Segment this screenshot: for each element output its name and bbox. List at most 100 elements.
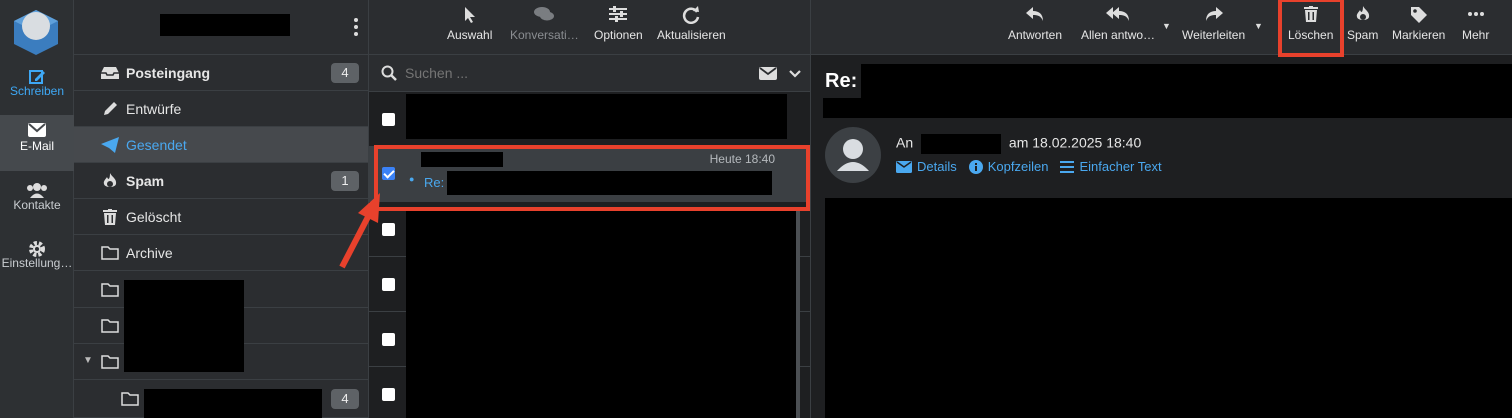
chevron-down-icon[interactable] [789,66,801,84]
folder-sent[interactable]: Gesendet [74,127,368,163]
fire-icon [1347,6,1378,28]
folder-menu-icon[interactable] [354,18,360,39]
refresh-label: Aktualisieren [657,28,726,42]
sliders-icon [594,6,643,28]
folder-pane: Posteingang 4 Entwürfe Gesendet Spam 1 G… [74,0,369,418]
search-input[interactable] [405,63,705,83]
folder-icon [120,392,140,406]
message-toolbar: Antworten Allen antwo… ▼ Weiterleiten ▼ [811,0,1512,57]
inbox-icon [100,66,120,80]
redacted-folder-names [124,280,244,372]
headers-link[interactable]: Kopfzeilen [968,159,1048,174]
more-button[interactable]: Mehr [1462,6,1489,42]
redacted-message-subject [861,64,1512,98]
mark-label: Markieren [1392,28,1446,42]
chevron-down-icon[interactable]: ▼ [83,355,93,366]
gear-icon [0,232,74,257]
reply-icon [1008,6,1062,28]
envelope-icon [896,160,912,173]
reply-button[interactable]: Antworten [1008,6,1062,42]
account-header [74,0,368,55]
folder-archive[interactable]: Archive [74,235,368,271]
redacted-subfolder-name [144,389,322,418]
reply-all-button[interactable]: Allen antwo… [1081,6,1155,42]
highlight-selected-row [374,145,810,211]
row-checkbox[interactable] [382,388,395,401]
contacts-icon [0,174,74,198]
folder-inbox[interactable]: Posteingang 4 [74,55,368,91]
search-icon [381,65,397,86]
person-icon [837,139,869,171]
message-meta: An am 18.02.2025 18:40 [896,134,1141,154]
row-checkbox[interactable] [382,333,395,346]
message-subject-prefix: Re: [825,70,858,92]
row-checkbox[interactable] [382,278,395,291]
message-date: am 18.02.2025 18:40 [1008,134,1142,151]
pencil-icon [100,101,120,117]
reply-all-icon [1081,6,1155,28]
refresh-icon [657,6,726,28]
nav-settings-label: Einstellung… [1,256,73,270]
folder-subfolder[interactable]: 4 [74,381,368,418]
avatar [825,127,881,183]
forward-button[interactable]: Weiterleiten [1182,6,1245,42]
nav-rail: Schreiben E-Mail Kontakte Einstellung… [0,0,74,418]
folder-icon [100,245,120,260]
redacted-subject-line-2 [823,98,1512,118]
row-checkbox[interactable] [382,113,395,126]
select-button[interactable]: Auswahl [447,6,492,42]
inbox-unread-badge: 4 [331,63,359,83]
nav-contacts-label: Kontakte [13,198,61,212]
list-scrollbar[interactable] [796,210,800,418]
folder-trash[interactable]: Gelöscht [74,199,368,235]
reading-pane: Antworten Allen antwo… ▼ Weiterleiten ▼ [811,0,1512,418]
plain-text-link[interactable]: Einfacher Text [1060,159,1162,174]
info-icon [968,159,983,174]
message-header-links: Details Kopfzeilen Einfacher Text [896,159,1162,174]
trash-icon [100,208,120,225]
details-label: Details [917,159,957,174]
highlight-delete-button [1278,0,1344,57]
nav-email[interactable]: E-Mail [0,115,74,171]
redacted-recipient [921,134,1002,154]
nav-contacts[interactable]: Kontakte [0,174,74,230]
reply-all-dropdown-icon[interactable]: ▼ [1162,21,1171,31]
nav-settings[interactable]: Einstellung… [0,232,74,288]
reply-all-label: Allen antwo… [1081,28,1156,42]
options-button[interactable]: Optionen [594,6,643,42]
nav-email-label: E-Mail [19,139,54,153]
chat-bubbles-icon [510,6,579,28]
folder-drafts[interactable]: Entwürfe [74,91,368,127]
threads-label: Konversati… [510,28,579,42]
spam-button[interactable]: Spam [1347,6,1378,42]
webmail-app: Schreiben E-Mail Kontakte Einstellung… P… [0,0,1512,418]
details-link[interactable]: Details [896,159,957,174]
envelope-filter-icon[interactable] [759,67,777,85]
select-label: Auswahl [447,28,493,42]
redacted-message-rows [406,210,798,418]
folder-spam[interactable]: Spam 1 [74,163,368,199]
envelope-icon [0,115,74,137]
mark-button[interactable]: Markieren [1392,6,1445,42]
refresh-button[interactable]: Aktualisieren [657,6,726,42]
more-label: Mehr [1462,28,1490,42]
search-bar [369,55,810,92]
forward-label: Weiterleiten [1182,28,1246,42]
spam-label: Spam [1347,28,1379,42]
threads-button[interactable]: Konversati… [510,6,579,42]
subfolder-unread-badge: 4 [331,389,359,409]
plain-text-label: Einfacher Text [1079,159,1162,174]
to-label: An [896,134,914,151]
redacted-message [406,94,787,139]
paper-plane-icon [100,136,120,153]
nav-compose[interactable]: Schreiben [0,60,74,116]
folder-icon [100,318,120,333]
redacted-account-name [160,14,290,36]
compose-icon [0,60,74,84]
tag-icon [1392,6,1445,28]
options-label: Optionen [594,28,643,42]
forward-dropdown-icon[interactable]: ▼ [1254,21,1263,31]
folder-sent-label: Gesendet [126,136,187,153]
list-item[interactable] [369,92,810,147]
text-lines-icon [1060,160,1075,173]
